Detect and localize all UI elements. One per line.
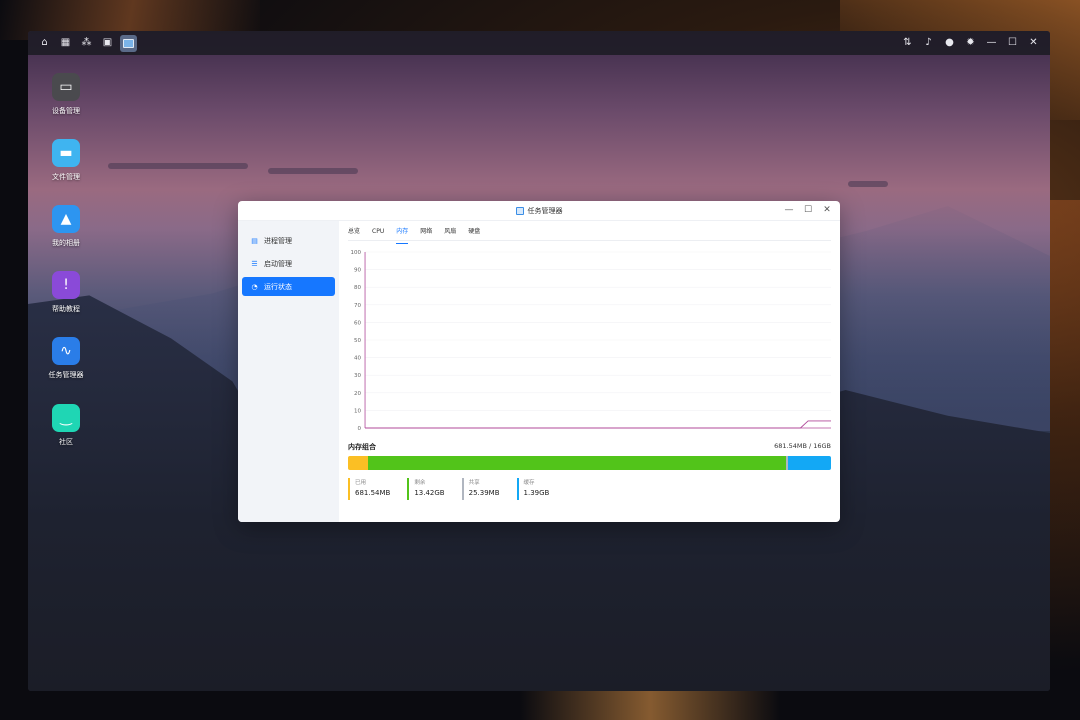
memory-bar-segment xyxy=(368,456,787,470)
memory-chart-svg: 1009080706050403020100 xyxy=(351,250,831,432)
desktop-icon-help[interactable]: ! 帮助教程 xyxy=(36,271,96,314)
desktop-icon-task-manager[interactable]: ∿ 任务管理器 xyxy=(36,337,96,380)
tab-overview[interactable]: 总览 xyxy=(348,227,366,240)
desktop-icon-label: 任务管理器 xyxy=(48,371,84,379)
desktop-icon-label: 文件管理 xyxy=(52,173,80,181)
memory-legend-item: 剩余 13.42GB xyxy=(407,478,445,500)
memory-legend-label: 缓存 xyxy=(523,480,535,486)
task-manager-icon: ∿ xyxy=(52,337,80,365)
desktop-icon-label: 帮助教程 xyxy=(52,305,80,313)
startup-icon: ☰ xyxy=(251,259,258,268)
memory-total: 681.54MB / 16GB xyxy=(774,442,831,450)
y-tick-label: 70 xyxy=(354,303,362,309)
transfer-icon[interactable]: ⇅ xyxy=(899,35,916,52)
memory-legend-item: 缓存 1.39GB xyxy=(516,478,550,500)
memory-legend-label: 已用 xyxy=(355,480,367,486)
sidebar-item-label: 运行状态 xyxy=(264,282,292,291)
memory-composition: 内存组合 681.54MB / 16GB 已用 681.54MB 剩余 13.42GB… xyxy=(348,442,831,500)
y-tick-label: 80 xyxy=(354,285,362,291)
y-tick-label: 20 xyxy=(354,391,362,397)
desktop-icon-community[interactable]: ‿ 社区 xyxy=(36,404,96,447)
memory-legend-label: 剩余 xyxy=(414,480,426,486)
desktop-icon-label: 社区 xyxy=(59,438,73,446)
y-tick-label: 100 xyxy=(351,250,362,256)
tab-memory[interactable]: 内存 xyxy=(396,227,414,244)
background-deco xyxy=(1050,200,1080,660)
y-tick-label: 90 xyxy=(354,268,362,274)
y-tick-label: 40 xyxy=(354,356,362,362)
community-icon: ‿ xyxy=(52,404,80,432)
task-manager-thumb-icon xyxy=(123,38,134,48)
help-icon: ! xyxy=(52,271,80,299)
main-panel: 总览 CPU 内存 网络 风扇 硬盘 100 90 80 70 60 50 40 30 20 10… xyxy=(339,221,840,522)
process-icon: ▤ xyxy=(251,236,258,245)
sidebar-item-label: 进程管理 xyxy=(264,236,292,245)
sidebar-item-startup[interactable]: ☰ 启动管理 xyxy=(242,254,335,273)
status-icon: ◔ xyxy=(251,282,258,291)
background-deco xyxy=(520,690,780,720)
desktop-icon-label: 我的相册 xyxy=(52,239,80,247)
memory-legend-value: 25.39MB xyxy=(468,489,500,497)
apps-grid-icon[interactable]: ▦ xyxy=(57,35,74,52)
y-tick-label: 30 xyxy=(354,373,362,379)
task-manager-window: 任务管理器 — ☐ ✕ ▤ 进程管理 ☰ 启动管理 ◔ 运行状态 总览 CPU … xyxy=(238,201,840,522)
y-tick-label: 10 xyxy=(354,408,362,414)
memory-bar-segment xyxy=(348,456,369,470)
device-manager-icon: ▭ xyxy=(52,73,80,101)
photo-icon: ▲ xyxy=(52,205,80,233)
maximize-button[interactable]: ☐ xyxy=(1004,35,1021,52)
memory-chart: 100 90 80 70 60 50 40 30 20 10 0 xyxy=(348,248,831,438)
desktop-icon-device-manager[interactable]: ▭ 设备管理 xyxy=(36,73,96,116)
memory-legend-item: 已用 681.54MB xyxy=(348,478,390,500)
sidebar-item-status[interactable]: ◔ 运行状态 xyxy=(242,277,335,296)
tab-cpu[interactable]: CPU xyxy=(372,227,390,240)
memory-composition-title: 内存组合 xyxy=(348,443,376,451)
window-minimize-button[interactable]: — xyxy=(784,205,794,216)
task-manager-icon xyxy=(515,206,524,215)
sidebar-item-process[interactable]: ▤ 进程管理 xyxy=(242,231,335,250)
memory-bar xyxy=(348,456,831,470)
cloud xyxy=(108,163,248,169)
cloud xyxy=(848,181,888,187)
tab-fan[interactable]: 风扇 xyxy=(444,227,462,240)
memory-bar-segment xyxy=(787,456,831,470)
window-title: 任务管理器 xyxy=(527,206,563,215)
cloud xyxy=(268,168,358,174)
memory-legend-value: 13.42GB xyxy=(414,489,445,497)
sidebar-item-label: 启动管理 xyxy=(264,259,292,268)
window-close-button[interactable]: ✕ xyxy=(822,205,832,216)
taskbar: ⌂ ▦ ⁂ ▣ ⇅ ♪ ● ✹ — ☐ ✕ xyxy=(28,31,1050,55)
y-tick-label: 60 xyxy=(354,320,362,326)
user-icon[interactable]: ● xyxy=(941,35,958,52)
tab-bar: 总览 CPU 内存 网络 风扇 硬盘 xyxy=(348,227,831,244)
window-maximize-button[interactable]: ☐ xyxy=(803,205,813,216)
device-icon[interactable]: ▣ xyxy=(99,35,116,52)
close-button[interactable]: ✕ xyxy=(1025,35,1042,52)
settings-icon[interactable]: ✹ xyxy=(962,35,979,52)
memory-legend-value: 681.54MB xyxy=(355,489,391,497)
memory-legend-value: 1.39GB xyxy=(523,489,550,497)
desktop-icon-label: 设备管理 xyxy=(52,107,80,115)
minimize-button[interactable]: — xyxy=(983,35,1000,52)
sidebar: ▤ 进程管理 ☰ 启动管理 ◔ 运行状态 xyxy=(238,221,339,522)
desktop-icon-photos[interactable]: ▲ 我的相册 xyxy=(36,205,96,248)
desktop-screen: ⌂ ▦ ⁂ ▣ ⇅ ♪ ● ✹ — ☐ ✕ ▭ 设备管理 ▬ 文件管理 ▲ 我的… xyxy=(28,31,1050,691)
y-tick-label: 0 xyxy=(358,426,362,432)
y-tick-label: 50 xyxy=(354,338,362,344)
home-icon[interactable]: ⌂ xyxy=(36,35,53,52)
bell-icon[interactable]: ♪ xyxy=(920,35,937,52)
network-icon[interactable]: ⁂ xyxy=(78,35,95,52)
memory-legend-item: 共享 25.39MB xyxy=(461,478,500,500)
task-manager-taskbar-button[interactable] xyxy=(120,34,137,52)
memory-usage-line xyxy=(365,420,831,429)
desktop-icon-file-manager[interactable]: ▬ 文件管理 xyxy=(36,139,96,182)
memory-legend-label: 共享 xyxy=(468,480,480,486)
window-titlebar[interactable]: 任务管理器 — ☐ ✕ xyxy=(238,201,840,221)
tab-disk[interactable]: 硬盘 xyxy=(468,227,486,240)
folder-icon: ▬ xyxy=(52,139,80,167)
memory-legend: 已用 681.54MB 剩余 13.42GB 共享 25.39MB 缓存 1.39GB xyxy=(348,478,831,500)
tab-network[interactable]: 网络 xyxy=(420,227,438,240)
